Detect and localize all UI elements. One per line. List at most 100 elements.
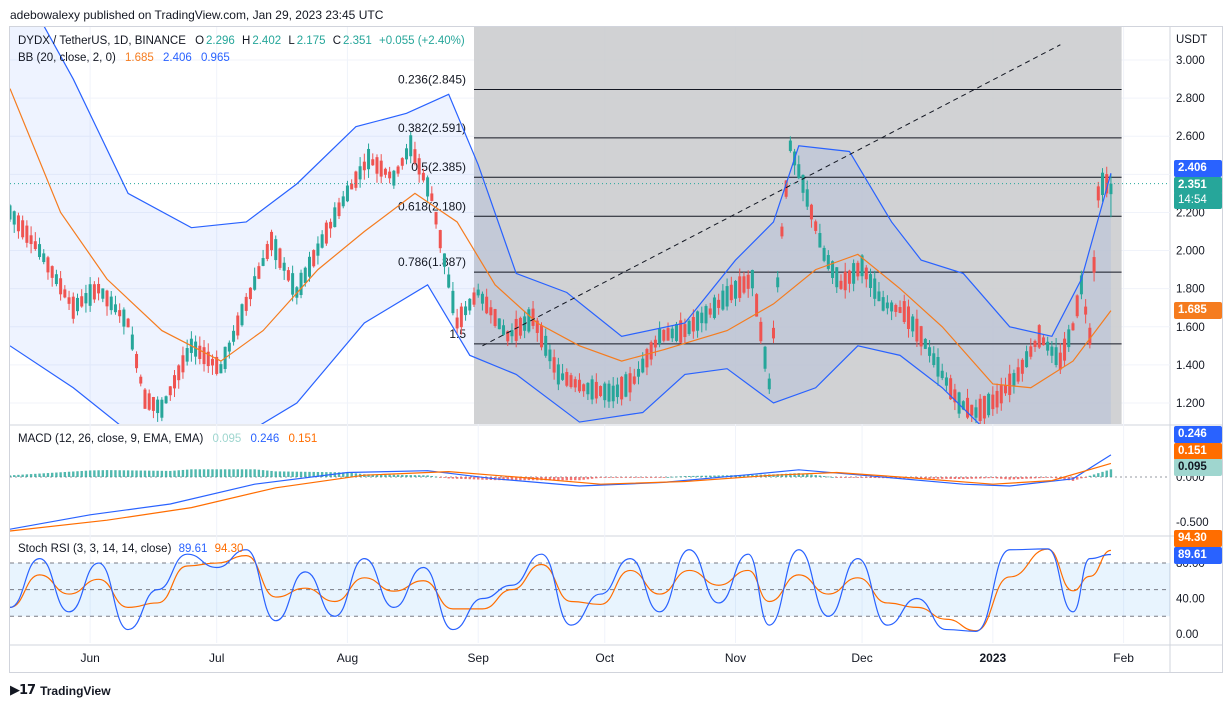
countdown-label: 14:54 — [1174, 192, 1222, 209]
candle-body — [978, 398, 982, 421]
macd-histogram-bar — [447, 477, 450, 479]
candle-body — [898, 307, 902, 313]
candle-body — [198, 345, 202, 360]
macd-histogram-bar — [590, 477, 594, 479]
macd-histogram-bar — [1004, 477, 1007, 480]
macd-histogram-bar — [253, 469, 256, 477]
candle-body — [46, 257, 50, 273]
candle-body — [683, 324, 687, 338]
candle-body — [759, 321, 763, 342]
macd-histogram-bar — [662, 477, 666, 478]
candle-body — [818, 233, 822, 248]
macd-histogram-bar — [692, 475, 695, 477]
candle-body — [1012, 373, 1016, 386]
macd-histogram-bar — [472, 477, 476, 480]
candle-body — [105, 290, 109, 307]
candle-body — [10, 205, 12, 220]
macd-histogram-bar — [291, 471, 294, 477]
candle-body — [71, 296, 75, 319]
macd-histogram-bar — [299, 471, 303, 477]
macd-histogram-bar — [557, 477, 560, 481]
candle-body — [700, 312, 704, 324]
candle-body — [987, 393, 991, 416]
candle-body — [717, 299, 721, 308]
candle-body — [42, 253, 46, 263]
macd-histogram-bar — [620, 477, 623, 478]
candle-body — [1016, 367, 1020, 382]
candle-body — [350, 183, 354, 190]
candle-body — [33, 241, 37, 250]
candle-body — [367, 148, 371, 170]
macd-histogram-bar — [29, 474, 33, 477]
low-value: 2.175 — [296, 35, 326, 47]
macd-histogram-bar — [228, 469, 231, 477]
tradingview-footer[interactable]: ▶17 TradingView — [10, 683, 111, 698]
candle-body — [25, 225, 29, 243]
candle-body — [307, 256, 311, 277]
macd-histogram-bar — [93, 470, 96, 477]
macd-histogram-bar — [1012, 477, 1016, 480]
macd-histogram-bar — [865, 477, 868, 478]
bb-lower-value: 0.965 — [200, 52, 230, 64]
macd-histogram-bar — [966, 477, 969, 479]
macd-histogram-bar — [603, 477, 606, 478]
candle-body — [843, 271, 847, 291]
macd-histogram-bar — [118, 470, 121, 477]
candle-body — [240, 304, 244, 326]
candle-body — [156, 399, 160, 414]
bb-label[interactable]: BB (20, close, 2, 0) — [18, 52, 116, 64]
candle-body — [118, 310, 122, 317]
macd-histogram-bar — [949, 477, 952, 479]
macd-histogram-bar — [565, 477, 568, 481]
macd-histogram-bar — [1097, 473, 1100, 477]
time-axis-label: Jul — [209, 651, 224, 665]
macd-histogram-bar — [55, 472, 58, 477]
chart-canvas[interactable]: 0.236(2.845)0.382(2.591)0.5(2.385)0.618(… — [0, 0, 1232, 707]
macd-histogram-bar — [439, 477, 442, 478]
macd-histogram-bar — [1076, 477, 1079, 480]
macd-histogram-bar — [384, 474, 387, 477]
symbol-label[interactable]: DYDX / TetherUS, 1D, BINANCE — [18, 35, 186, 47]
candle-body — [396, 166, 400, 174]
candle-body — [750, 269, 754, 289]
candle-body — [565, 371, 569, 386]
macd-histogram-bar — [928, 477, 931, 479]
candle-body — [485, 296, 489, 314]
macd-histogram-bar — [34, 473, 37, 477]
macd-histogram-bar — [970, 477, 973, 479]
candle-body — [780, 226, 784, 237]
macd-histogram-bar — [860, 477, 864, 478]
time-axis-label: Nov — [725, 651, 746, 665]
candle-body — [691, 317, 695, 332]
macd-hist-value: 0.095 — [212, 433, 242, 445]
price-tick-label: 3.000 — [1176, 55, 1205, 67]
macd-histogram-bar — [164, 470, 168, 477]
candle-body — [594, 381, 598, 399]
candle-body — [1075, 295, 1079, 317]
macd-histogram-bar — [17, 474, 20, 477]
macd-histogram-bar — [978, 477, 982, 479]
candle-body — [670, 328, 674, 339]
macd-histogram-bar — [987, 477, 990, 479]
candle-body — [666, 328, 670, 341]
macd-histogram-bar — [683, 476, 687, 477]
macd-histogram-bar — [839, 477, 843, 478]
price-tick-label: 2.800 — [1176, 93, 1205, 105]
macd-label[interactable]: MACD (12, 26, close, 9, EMA, EMA) — [18, 433, 203, 445]
price-tick-label: 1.200 — [1176, 398, 1205, 410]
macd-line — [10, 454, 1112, 530]
macd-histogram-bar — [945, 477, 948, 479]
macd-price-label: 0.246 — [1174, 426, 1222, 443]
candle-body — [852, 263, 856, 284]
candle-body — [734, 280, 738, 299]
candle-body — [468, 298, 472, 311]
macd-histogram-bar — [50, 472, 54, 477]
macd-histogram-bar — [1080, 477, 1083, 479]
candle-body — [232, 330, 236, 342]
stoch-label[interactable]: Stoch RSI (3, 3, 14, 14, close) — [18, 543, 171, 555]
macd-legend: MACD (12, 26, close, 9, EMA, EMA) 0.095 … — [18, 433, 319, 445]
macd-histogram-bar — [148, 470, 151, 477]
candle-body — [873, 278, 877, 299]
macd-histogram-bar — [413, 475, 417, 477]
macd-histogram-bar — [88, 470, 92, 477]
